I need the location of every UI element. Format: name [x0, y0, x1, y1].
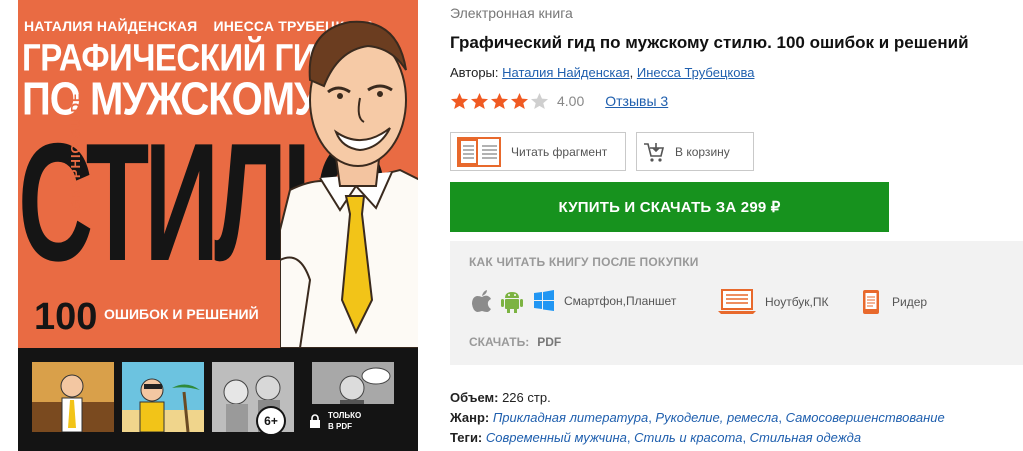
- rating-value: 4.00: [557, 93, 585, 109]
- book-cover[interactable]: НАТАЛИЯ НАЙДЕНСКАЯ ИНЕССА ТРУБЕЦКОВА ГРАФ…: [0, 0, 434, 451]
- comic-panel: [32, 362, 114, 432]
- android-icon: [501, 292, 523, 313]
- cover-author-1: НАТАЛИЯ НАЙДЕНСКАЯ: [24, 18, 198, 34]
- device-laptop: Ноутбук,ПК: [718, 289, 829, 315]
- star-filled-icon: [510, 92, 529, 110]
- lock-icon: [310, 414, 320, 428]
- authors-row: Авторы: Наталия Найденская, Инесса Трубе…: [450, 65, 755, 80]
- spec-volume: Объем: 226 стр.: [450, 390, 551, 405]
- age-rating-badge: 6+: [256, 406, 286, 436]
- windows-icon: [534, 290, 554, 311]
- rating-stars[interactable]: [450, 92, 549, 110]
- volume-value: 226 стр.: [502, 390, 551, 405]
- download-label: СКАЧАТЬ:: [469, 335, 530, 349]
- star-filled-icon: [450, 92, 469, 110]
- download-row: СКАЧАТЬ: PDF: [469, 335, 561, 349]
- star-empty-icon: [530, 92, 549, 110]
- device-ereader-label: Ридер: [892, 295, 928, 309]
- genre-link[interactable]: Рукоделие, ремесла: [655, 410, 778, 425]
- authors-label: Авторы:: [450, 65, 499, 80]
- tag-link[interactable]: Современный мужчина: [486, 430, 627, 445]
- open-book-icon: [457, 136, 501, 167]
- device-ereader: Ридер: [862, 289, 927, 315]
- author-link-2[interactable]: Инесса Трубецкова: [637, 65, 755, 80]
- download-format-pdf[interactable]: PDF: [537, 335, 561, 349]
- cover-man-illustration: [280, 20, 418, 348]
- device-smartphone: Смартфон,Планшет: [471, 289, 676, 313]
- how-to-read-panel: КАК ЧИТАТЬ КНИГУ ПОСЛЕ ПОКУПКИ Смартфон,…: [450, 241, 1023, 365]
- apple-icon: [472, 290, 491, 312]
- volume-label: Объем:: [450, 390, 499, 405]
- cover-artwork: НАТАЛИЯ НАЙДЕНСКАЯ ИНЕССА ТРУБЕЦКОВА ГРАФ…: [18, 0, 418, 348]
- book-type-label: Электронная книга: [450, 5, 573, 21]
- author-link-1[interactable]: Наталия Найденская: [502, 65, 630, 80]
- add-to-cart-label: В корзину: [675, 144, 730, 159]
- read-fragment-button[interactable]: Читать фрагмент: [450, 132, 626, 171]
- pdf-notice-line1: ТОЛЬКО: [328, 411, 362, 420]
- spec-tags: Теги: Современный мужчина, Стиль и красо…: [450, 430, 862, 445]
- genre-link[interactable]: Самосовершенствование: [786, 410, 945, 425]
- add-to-cart-button[interactable]: В корзину: [636, 132, 754, 171]
- laptop-icon: [718, 289, 756, 314]
- spec-genre: Жанр: Прикладная литература, Рукоделие, …: [450, 410, 945, 425]
- tags-label: Теги:: [450, 430, 483, 445]
- pdf-notice-line2: В PDF: [328, 422, 352, 431]
- star-filled-icon: [490, 92, 509, 110]
- buy-and-download-button[interactable]: КУПИТЬ И СКАЧАТЬ ЗА 299 ₽: [450, 182, 889, 232]
- tag-link[interactable]: Стиль и красота: [634, 430, 742, 445]
- page-title: Графический гид по мужскому стилю. 100 о…: [450, 33, 969, 52]
- cover-subtitle: ОШИБОК И РЕШЕНИЙ: [104, 306, 259, 322]
- how-to-read-title: КАК ЧИТАТЬ КНИГУ ПОСЛЕ ПОКУПКИ: [469, 255, 699, 269]
- device-smartphone-label: Смартфон,Планшет: [564, 294, 677, 308]
- cover-vertical-text: GRAPHIC GUIDE: [68, 92, 83, 210]
- genre-link[interactable]: Прикладная литература: [493, 410, 648, 425]
- rating-row: 4.00 Отзывы 3: [450, 92, 668, 110]
- tag-link[interactable]: Стильная одежда: [750, 430, 861, 445]
- cover-number: 100: [34, 296, 98, 338]
- ereader-icon: [863, 290, 879, 314]
- device-laptop-label: Ноутбук,ПК: [765, 295, 829, 309]
- comic-panel: [122, 362, 204, 432]
- reviews-link[interactable]: Отзывы 3: [605, 93, 668, 109]
- star-filled-icon: [470, 92, 489, 110]
- read-fragment-label: Читать фрагмент: [511, 144, 608, 159]
- cover-comic-strip: 6+ ТОЛЬКО В PDF: [18, 348, 418, 451]
- pdf-only-notice: ТОЛЬКО В PDF: [298, 404, 408, 438]
- genre-label: Жанр:: [450, 410, 490, 425]
- cart-icon: [644, 142, 665, 162]
